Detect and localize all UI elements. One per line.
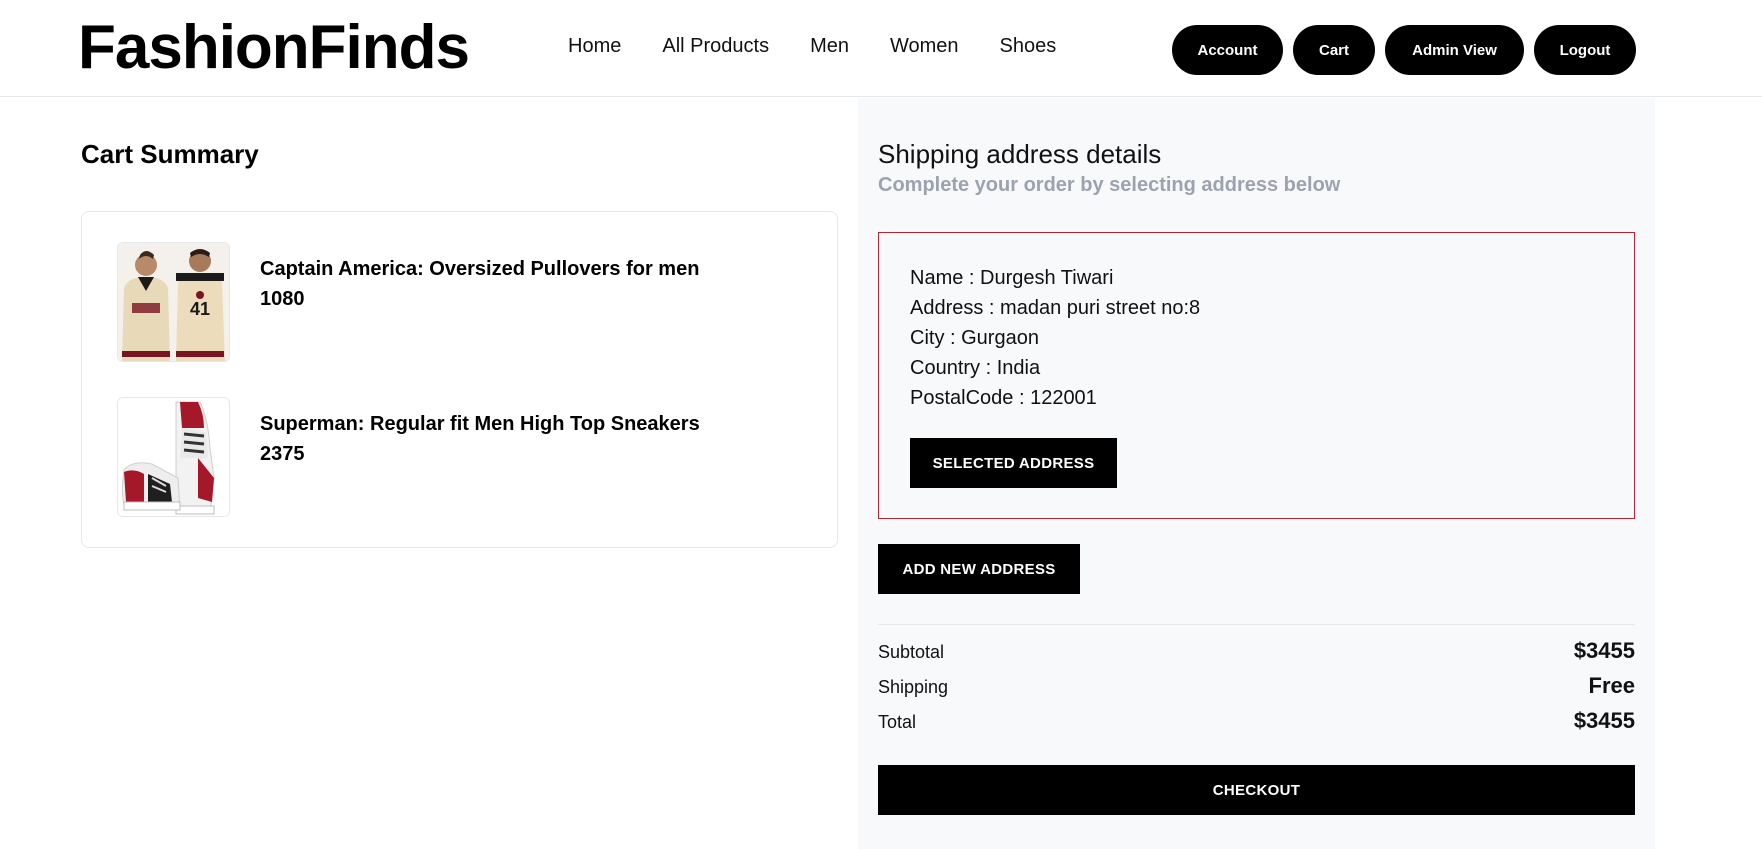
product-image[interactable]: 41 [117, 242, 230, 362]
cart-item-info: Superman: Regular fit Men High Top Sneak… [260, 409, 700, 517]
sneaker-photo [118, 398, 229, 516]
add-new-address-button[interactable]: ADD NEW ADDRESS [878, 544, 1080, 594]
shipping-label: Shipping [878, 677, 949, 697]
product-name[interactable]: Superman: Regular fit Men High Top Sneak… [260, 409, 700, 439]
total-value: $3455 [1573, 708, 1635, 733]
header-actions: Account Cart Admin View Logout [1172, 25, 1646, 75]
checkout-button[interactable]: CHECKOUT [878, 765, 1635, 815]
nav-men-link[interactable]: Men [810, 34, 849, 58]
cart-button[interactable]: Cart [1293, 25, 1375, 75]
address-city: City : Gurgaon [910, 327, 1039, 349]
svg-text:41: 41 [190, 299, 210, 319]
top-header: FashionFinds Home All Products Men Women… [0, 0, 1762, 97]
nav-women-link[interactable]: Women [890, 34, 959, 58]
product-price: 2375 [260, 443, 305, 465]
subtotal-label: Subtotal [878, 642, 945, 662]
logout-button[interactable]: Logout [1534, 25, 1636, 75]
cart-items-list: 41 Captain America: Oversized Pullovers … [81, 211, 838, 548]
summary-divider [878, 624, 1635, 625]
nav-home-link[interactable]: Home [568, 34, 621, 58]
shipping-value: Free [1588, 673, 1635, 698]
pullover-photo: 41 [118, 243, 229, 361]
cart-item: Superman: Regular fit Men High Top Sneak… [117, 397, 700, 517]
main-nav: Home All Products Men Women Shoes [568, 34, 1097, 58]
product-name[interactable]: Captain America: Oversized Pullovers for… [260, 254, 699, 284]
cart-item: 41 Captain America: Oversized Pullovers … [117, 242, 699, 362]
shipping-title: Shipping address details [878, 139, 1162, 169]
account-button[interactable]: Account [1172, 25, 1283, 75]
address-postal-code: PostalCode : 122001 [910, 387, 1097, 409]
product-image[interactable] [117, 397, 230, 517]
address-country: Country : India [910, 357, 1041, 379]
selected-address-button[interactable]: SELECTED ADDRESS [910, 438, 1117, 488]
address-street: Address : madan puri street no:8 [910, 297, 1201, 319]
cart-item-info: Captain America: Oversized Pullovers for… [260, 254, 699, 362]
selected-address-card[interactable]: Name : Durgesh Tiwari Address : madan pu… [878, 232, 1635, 519]
product-price: 1080 [260, 288, 305, 310]
cart-summary-title: Cart Summary [81, 139, 259, 169]
nav-shoes-link[interactable]: Shoes [1000, 34, 1057, 58]
nav-all-products-link[interactable]: All Products [662, 34, 769, 58]
admin-view-button[interactable]: Admin View [1385, 25, 1524, 75]
site-logo[interactable]: FashionFinds [78, 10, 470, 86]
shipping-subtitle: Complete your order by selecting address… [878, 174, 1341, 196]
address-name: Name : Durgesh Tiwari [910, 267, 1114, 289]
subtotal-value: $3455 [1573, 638, 1635, 663]
total-label: Total [878, 712, 917, 732]
